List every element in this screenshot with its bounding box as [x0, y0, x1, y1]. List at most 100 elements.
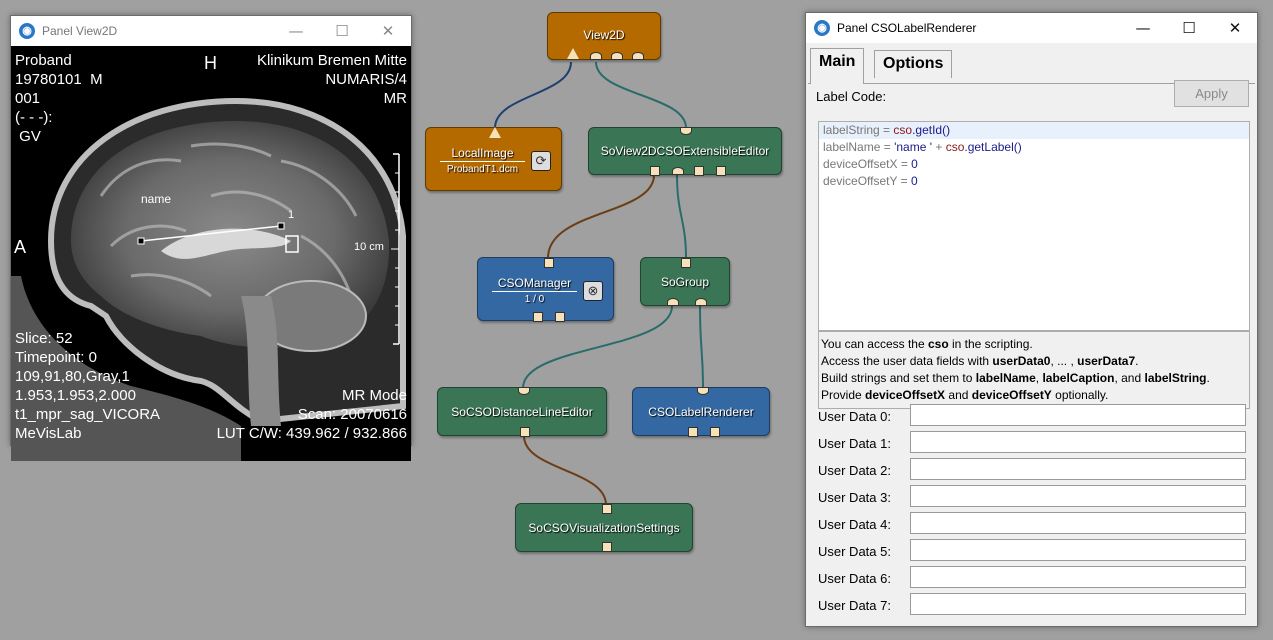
node-label: SoCSODistanceLineEditor [451, 405, 593, 419]
user-data-1-field[interactable] [910, 431, 1246, 453]
code-line: deviceOffsetY = 0 [823, 174, 918, 188]
output-port[interactable] [555, 312, 565, 322]
image-viewer[interactable]: name 1 10 cm Proband 19780101 M 001 (- -… [11, 46, 411, 461]
line-handle-end[interactable] [277, 222, 285, 230]
user-data-6-label: User Data 6: [818, 571, 891, 586]
software-info: MeVisLab [15, 425, 82, 442]
node-label-renderer[interactable]: CSOLabelRenderer [632, 387, 770, 437]
user-data-0-label: User Data 0: [818, 409, 891, 424]
minimize-button[interactable]: — [273, 16, 319, 46]
patient-id: 001 [15, 90, 41, 107]
node-visualization-settings[interactable]: SoCSOVisualizationSettings [515, 503, 693, 552]
input-port[interactable] [697, 387, 709, 395]
clear-button[interactable]: ⊗ [583, 281, 603, 301]
node-label: LocalImage [440, 146, 525, 162]
node-sublabel: ProbandT1.dcm [446, 164, 519, 175]
user-data-2-field[interactable] [910, 458, 1246, 480]
window-title: Panel View2D [42, 24, 118, 38]
tab-options[interactable]: Options [874, 50, 953, 78]
maximize-button[interactable]: ☐ [1166, 13, 1212, 43]
institution: Klinikum Bremen Mitte [256, 52, 407, 69]
node-label: View2D [583, 28, 625, 42]
line-handle-start[interactable] [137, 237, 145, 245]
minimize-button[interactable]: — [1120, 13, 1166, 43]
tab-main[interactable]: Main [810, 48, 865, 84]
node-sublabel: 1 / 0 [524, 294, 545, 305]
output-port[interactable] [650, 166, 660, 176]
output-port[interactable] [672, 167, 684, 175]
input-port[interactable] [544, 258, 554, 268]
user-data-3-label: User Data 3: [818, 490, 891, 505]
user-data-4-field[interactable] [910, 512, 1246, 534]
input-port[interactable] [518, 387, 530, 395]
label-renderer-window: ◉ Panel CSOLabelRenderer — ☐ ✕ Main Opti… [805, 12, 1258, 627]
label-renderer-titlebar[interactable]: ◉ Panel CSOLabelRenderer — ☐ ✕ [806, 13, 1257, 43]
node-label: SoView2DCSOExtensibleEditor [600, 144, 770, 158]
output-port[interactable] [694, 166, 704, 176]
node-label: CSOLabelRenderer [648, 405, 754, 419]
code-line: deviceOffsetX = 0 [823, 157, 918, 171]
input-port[interactable] [680, 127, 692, 135]
output-port[interactable] [710, 427, 720, 437]
node-distance-line-editor[interactable]: SoCSODistanceLineEditor [437, 387, 607, 437]
user-data-4-label: User Data 4: [818, 517, 891, 532]
orientation-top: H [204, 53, 217, 73]
orientation-left: A [14, 237, 27, 257]
lut-info: LUT C/W: 439.962 / 932.866 [216, 425, 407, 442]
output-port[interactable] [716, 166, 726, 176]
input-port[interactable] [489, 127, 501, 138]
user-data-0-field[interactable] [910, 404, 1246, 426]
modality: MR [383, 90, 407, 107]
node-localimage[interactable]: LocalImage ProbandT1.dcm ⟳ [425, 127, 562, 191]
overlay-top-right: Klinikum Bremen Mitte NUMARIS/4 MR [257, 51, 407, 108]
output-port[interactable] [695, 298, 707, 306]
label-code-editor[interactable]: labelString = cso.getId() labelName = 'n… [818, 121, 1250, 331]
output-port[interactable] [667, 298, 679, 306]
node-view2d[interactable]: View2D [547, 12, 661, 60]
scan-date: Scan: 20070616 [297, 406, 407, 423]
user-data-2-label: User Data 2: [818, 463, 891, 478]
mevislab-icon: ◉ [19, 23, 35, 39]
annotation-label: name [141, 192, 172, 206]
output-port[interactable] [520, 427, 530, 437]
mode-info: MR Mode [341, 387, 407, 404]
user-data-7-field[interactable] [910, 593, 1246, 615]
node-sogroup[interactable]: SoGroup [640, 257, 730, 306]
overlay-bottom-left: Slice: 52 Timepoint: 0 109,91,80,Gray,1 … [15, 329, 160, 443]
user-data-1-label: User Data 1: [818, 436, 891, 451]
apply-button[interactable]: Apply [1174, 80, 1249, 107]
scanner: NUMARIS/4 [325, 71, 407, 88]
reload-button[interactable]: ⟳ [531, 151, 551, 171]
output-port[interactable] [590, 52, 602, 60]
close-button[interactable]: ✕ [1212, 13, 1258, 43]
node-extensible-editor[interactable]: SoView2DCSOExtensibleEditor [588, 127, 782, 176]
node-label: CSOManager [492, 276, 577, 292]
scale-label: 10 cm [354, 241, 384, 253]
image-size-info: 109,91,80,Gray,1 [15, 368, 130, 385]
input-port[interactable] [567, 48, 579, 59]
overlay-top-left: Proband 19780101 M 001 (- - -): GV [15, 51, 103, 146]
input-port[interactable] [681, 258, 691, 268]
input-port[interactable] [602, 504, 612, 514]
user-data-3-field[interactable] [910, 485, 1246, 507]
output-port[interactable] [632, 52, 644, 60]
code-line: labelName = 'name ' + cso.getLabel() [823, 140, 1022, 154]
maximize-button[interactable]: ☐ [319, 16, 365, 46]
output-port[interactable] [602, 542, 612, 552]
close-button[interactable]: ✕ [365, 16, 411, 46]
user-data-6-field[interactable] [910, 566, 1246, 588]
node-label: SoGroup [660, 275, 710, 289]
output-port[interactable] [688, 427, 698, 437]
user-data-5-field[interactable] [910, 539, 1246, 561]
voxel-size-info: 1.953,1.953,2.000 [15, 387, 136, 404]
output-port[interactable] [533, 312, 543, 322]
patient-birth: 19780101 M [15, 71, 103, 88]
node-csomanager[interactable]: CSOManager 1 / 0 ⊗ [477, 257, 614, 322]
output-port[interactable] [611, 52, 623, 60]
overlay-bottom-right: MR Mode Scan: 20070616 LUT C/W: 439.962 … [217, 386, 407, 443]
info-text: You can access the cso in the scripting.… [818, 331, 1250, 409]
user-data-7-label: User Data 7: [818, 598, 891, 613]
view2d-titlebar[interactable]: ◉ Panel View2D — ☐ ✕ [11, 16, 411, 46]
label-code-label: Label Code: [816, 89, 887, 104]
code-line: labelString = cso.getId() [819, 122, 1249, 139]
